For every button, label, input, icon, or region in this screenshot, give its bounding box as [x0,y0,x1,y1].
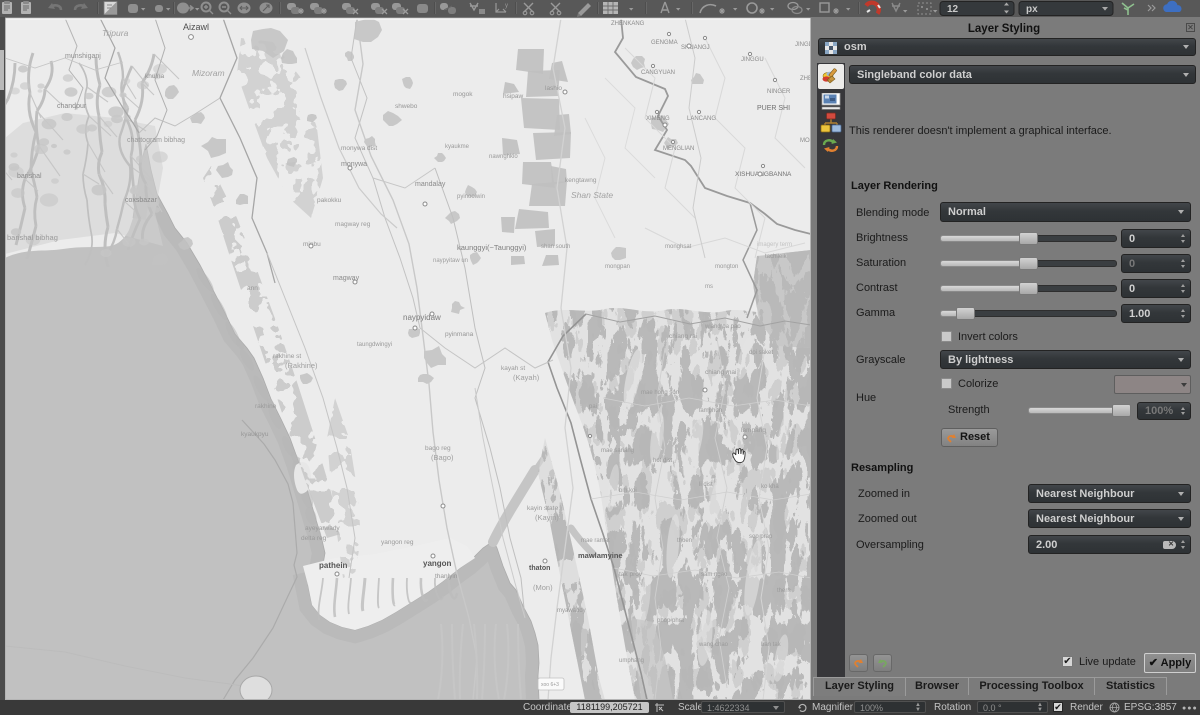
svg-text:yangon reg: yangon reg [381,539,414,546]
svg-text:(Mon): (Mon) [533,583,553,592]
svg-text:mogok: mogok [453,91,473,98]
svg-text:(Bago): (Bago) [431,453,454,462]
svg-text:kaunggyi(~Taunggyi): kaunggyi(~Taunggyi) [457,243,527,252]
svg-text:hsipaw: hsipaw [503,93,524,100]
svg-text:mawlamyine: mawlamyine [578,551,623,560]
svg-text:MOJ: MOJ [800,138,811,144]
svg-text:coxsbazar: coxsbazar [125,197,158,204]
svg-text:nawnghkio: nawnghkio [489,154,518,160]
svg-text:LANCANG: LANCANG [687,116,716,122]
svg-text:JINGD: JINGD [795,42,811,48]
svg-text:MENGLIAN: MENGLIAN [663,146,694,152]
svg-text:chiang rai: chiang rai [669,333,697,340]
svg-text:umphang: umphang [619,658,644,664]
svg-text:shwebo: shwebo [395,103,418,110]
svg-text:imagery term: imagery term [757,242,792,248]
svg-text:y: y [505,3,508,9]
svg-text:phop phra: phop phra [657,618,685,624]
svg-text:myawaddy: myawaddy [557,608,586,614]
svg-text:tachileik: tachileik [765,254,788,260]
svg-text:ZHENKANG: ZHENKANG [611,21,645,27]
svg-text:thaton: thaton [529,565,550,572]
svg-text:kayah st: kayah st [501,365,525,372]
svg-text:Aizawl: Aizawl [183,22,209,32]
svg-text:(Kayin): (Kayin) [535,513,559,522]
svg-text:monywa dist: monywa dist [341,145,377,152]
svg-text:Mizoram: Mizoram [192,68,225,78]
svg-text:ZHEN: ZHEN [800,76,811,82]
svg-text:barishal bibhag: barishal bibhag [7,233,58,242]
svg-text:xoo 6+3: xoo 6+3 [541,682,559,688]
svg-text:mongpan: mongpan [605,264,630,270]
svg-text:bago reg: bago reg [425,445,451,452]
svg-text:Tripura: Tripura [102,28,129,38]
svg-text:XIMENG: XIMENG [646,116,670,122]
svg-text:magway reg: magway reg [335,221,371,228]
svg-text:mae sariang: mae sariang [601,448,634,454]
svg-text:SHUANGJ: SHUANGJ [681,45,710,51]
svg-text:XISHUANGBANNA: XISHUANGBANNA [735,171,792,178]
svg-text:px: px [1026,4,1038,15]
svg-text:chiang mai: chiang mai [705,369,736,376]
svg-text:ko kha: ko kha [761,484,779,490]
svg-text:munshiganj: munshiganj [65,53,101,60]
svg-text:naypyitaw un: naypyitaw un [433,258,468,264]
svg-text:li dist: li dist [699,482,713,488]
svg-text:sam ngao: sam ngao [701,572,728,578]
svg-text:kyaukme: kyaukme [445,144,470,150]
svg-text:(Kayah): (Kayah) [513,373,540,382]
svg-text:thoen: thoen [677,538,692,544]
svg-text:wang chao: wang chao [698,642,729,648]
svg-text:khulna: khulna [145,73,165,80]
svg-text:JINGGU: JINGGU [741,57,764,63]
svg-text:naypyidaw: naypyidaw [403,313,441,322]
svg-text:mandalay: mandalay [415,181,446,188]
svg-text:rakhine: rakhine [255,403,277,410]
svg-text:lampang: lampang [741,427,766,434]
svg-text:ann: ann [247,285,258,292]
svg-text:pakokku: pakokku [317,197,342,204]
svg-text:(Rakhine): (Rakhine) [285,361,318,370]
svg-text:barishal: barishal [17,173,42,180]
svg-text:doi saket: doi saket [749,350,773,356]
svg-text:sop prap: sop prap [749,534,773,540]
svg-text:ban tak: ban tak [761,642,782,648]
svg-text:monywa: monywa [341,161,367,168]
svg-text:kyaukpyu: kyaukpyu [241,431,269,438]
svg-text:PUER SHI: PUER SHI [757,105,790,112]
svg-text:mongton: mongton [715,264,738,270]
svg-text:wiang pa pao: wiang pa pao [704,324,741,330]
svg-text:yangon: yangon [423,559,452,568]
svg-text:taungdwingyi: taungdwingyi [357,342,392,348]
svg-text:thern: thern [777,588,791,594]
svg-text:shan south: shan south [541,244,570,250]
svg-text:Shan State: Shan State [571,190,613,200]
svg-text:pyinmana: pyinmana [445,331,474,338]
svg-text:NINGER: NINGER [767,89,791,95]
svg-text:thanlyin: thanlyin [435,573,458,580]
svg-text:12: 12 [947,4,959,15]
svg-text:lamphun: lamphun [699,408,722,414]
svg-text:tak prov: tak prov [619,571,643,578]
svg-text:ms: ms [705,284,713,290]
svg-text:mae ramat: mae ramat [581,538,610,544]
svg-text:rakhine st: rakhine st [273,353,301,360]
svg-text:lashio: lashio [545,85,562,92]
svg-text:hot dist: hot dist [653,458,673,464]
svg-text:chattogram bibhag: chattogram bibhag [127,137,185,144]
svg-text:mae hong son: mae hong son [641,390,679,396]
svg-text:chandpur: chandpur [57,103,87,110]
svg-text:om koi: om koi [619,488,637,494]
svg-text:GENGMA: GENGMA [651,40,678,46]
svg-text:ayeyarwady: ayeyarwady [305,525,340,532]
svg-text:pathein: pathein [319,561,348,570]
svg-text:monghsat: monghsat [665,244,692,250]
svg-text:delta reg: delta reg [301,535,327,542]
svg-text:kayin state: kayin state [527,505,558,512]
svg-text:pyinoolwin: pyinoolwin [457,194,485,200]
svg-text:CANGYUAN: CANGYUAN [641,70,675,76]
svg-text:pai: pai [589,404,597,410]
svg-text:kengtawng: kengtawng [565,177,597,184]
